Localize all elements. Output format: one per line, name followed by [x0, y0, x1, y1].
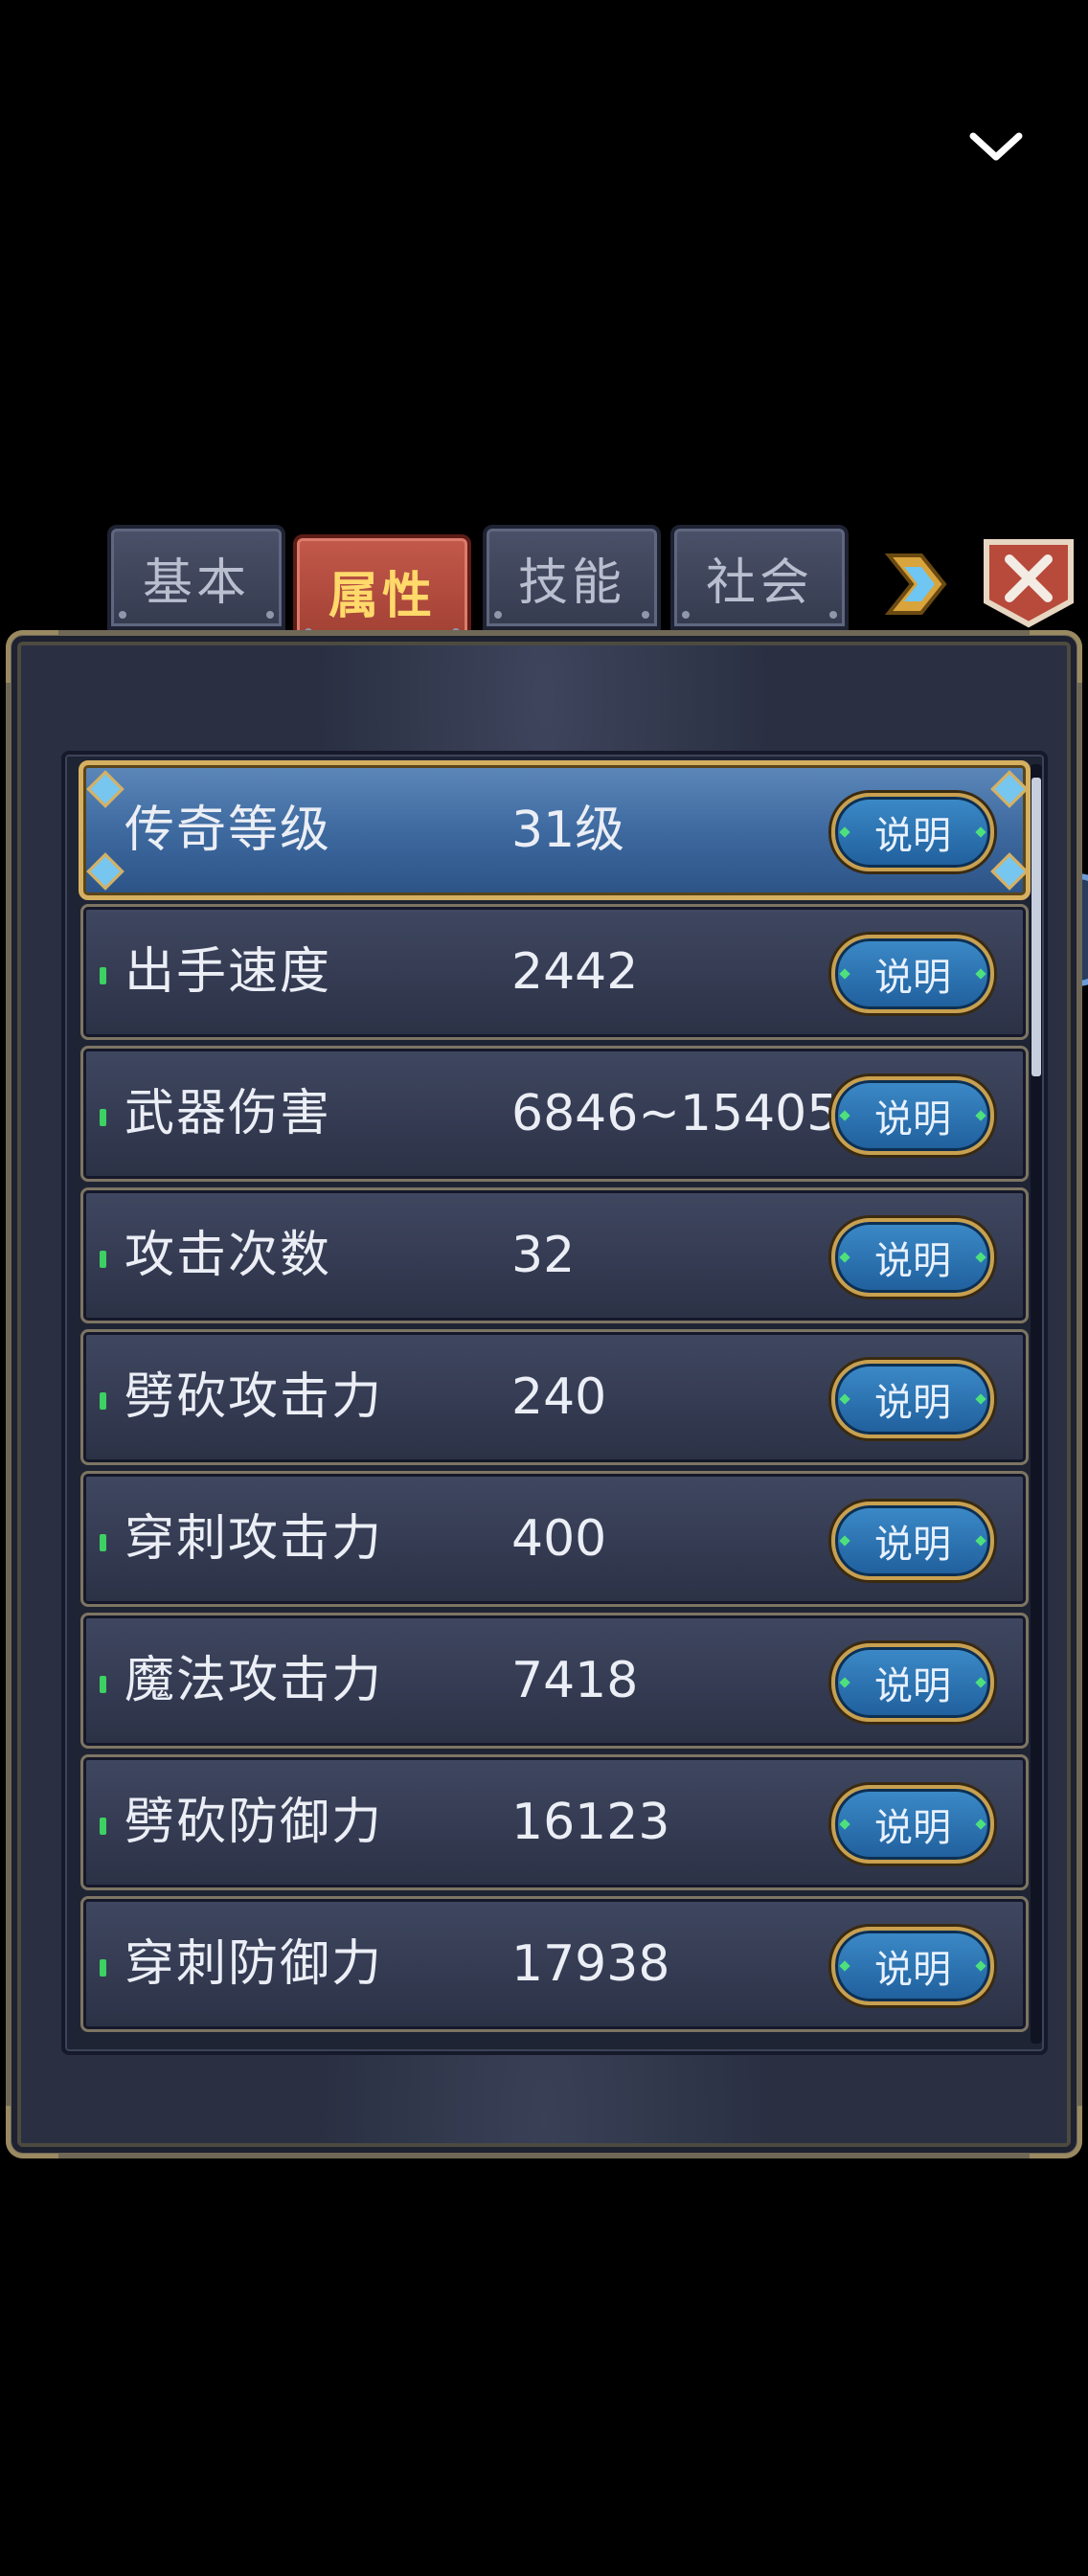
attribute-value: 240 [511, 1368, 607, 1426]
scroll-thumb[interactable] [1031, 778, 1041, 1076]
attribute-value: 2442 [511, 943, 639, 1001]
attribute-row-pierce-attack[interactable]: 穿刺攻击力 400 说明 [80, 1471, 1029, 1607]
tab-skills-label: 技能 [517, 554, 625, 612]
gem-ornament [86, 770, 125, 808]
attribute-row-slash-attack[interactable]: 劈砍攻击力 240 说明 [80, 1329, 1029, 1465]
attribute-value: 7418 [511, 1652, 639, 1709]
attribute-label: 劈砍防御力 [125, 1794, 384, 1851]
tab-rivet [829, 611, 837, 619]
close-icon[interactable] [981, 538, 1077, 628]
attribute-value: 6846~15405 [511, 1085, 839, 1142]
attribute-label: 出手速度 [125, 943, 332, 1001]
tab-social-label: 社会 [705, 554, 813, 612]
tab-basic[interactable]: 基本 [107, 525, 285, 630]
info-button[interactable]: 说明 [831, 793, 994, 871]
info-button[interactable]: 说明 [831, 935, 994, 1013]
attribute-value: 32 [511, 1227, 576, 1284]
bullet-icon [100, 1534, 106, 1551]
gem-ornament [990, 770, 1029, 808]
panel-ornament [6, 630, 58, 683]
info-button[interactable]: 说明 [831, 1643, 994, 1722]
attribute-value: 400 [511, 1510, 607, 1568]
attribute-label: 魔法攻击力 [125, 1652, 384, 1709]
bullet-icon [100, 1959, 106, 1977]
gem-ornament [86, 852, 125, 891]
attribute-value: 31级 [511, 802, 625, 859]
attribute-row-pierce-defense[interactable]: 穿刺防御力 17938 说明 [80, 1896, 1029, 2032]
attribute-label: 穿刺防御力 [125, 1935, 384, 1993]
panel-ornament [1030, 630, 1082, 683]
bullet-icon [100, 1251, 106, 1268]
attribute-row-weapon-damage[interactable]: 武器伤害 6846~15405 说明 [80, 1046, 1029, 1182]
bullet-icon [100, 967, 106, 984]
attribute-label: 传奇等级 [125, 802, 332, 859]
tab-rivet [494, 611, 502, 619]
info-button[interactable]: 说明 [831, 1218, 994, 1297]
info-button[interactable]: 说明 [831, 1360, 994, 1438]
attribute-row-magic-attack[interactable]: 魔法攻击力 7418 说明 [80, 1613, 1029, 1749]
tab-rivet [682, 611, 690, 619]
scrollbar[interactable] [1031, 764, 1042, 2044]
info-button[interactable]: 说明 [831, 1076, 994, 1155]
attribute-value: 16123 [511, 1794, 670, 1851]
attribute-row-legend-level[interactable]: 传奇等级 31级 说明 [79, 760, 1031, 900]
bullet-icon [100, 1818, 106, 1835]
attribute-row-attack-count[interactable]: 攻击次数 32 说明 [80, 1187, 1029, 1323]
tab-basic-label: 基本 [142, 554, 250, 612]
gem-ornament [990, 852, 1029, 891]
info-button[interactable]: 说明 [831, 1785, 994, 1864]
bullet-icon [100, 1392, 106, 1410]
panel-ornament [1030, 2106, 1082, 2158]
attribute-row-attack-speed[interactable]: 出手速度 2442 说明 [80, 904, 1029, 1040]
tab-social[interactable]: 社会 [670, 525, 849, 630]
bullet-icon [100, 1676, 106, 1693]
attribute-row-slash-defense[interactable]: 劈砍防御力 16123 说明 [80, 1754, 1029, 1890]
attributes-panel: 传奇等级 31级 说明 出手速度 2442 说明 武器伤害 6846~15405… [6, 630, 1082, 2158]
arrow-right-icon[interactable] [883, 550, 948, 619]
attribute-label: 劈砍攻击力 [125, 1368, 384, 1426]
tab-rivet [266, 611, 274, 619]
attribute-value: 17938 [511, 1935, 670, 1993]
tab-skills[interactable]: 技能 [483, 525, 661, 630]
tab-rivet [642, 611, 649, 619]
panel-ornament [6, 2106, 58, 2158]
attribute-list[interactable]: 传奇等级 31级 说明 出手速度 2442 说明 武器伤害 6846~15405… [61, 751, 1048, 2055]
info-button[interactable]: 说明 [831, 1502, 994, 1580]
tab-rivet [119, 611, 126, 619]
bullet-icon [100, 1109, 106, 1126]
info-button[interactable]: 说明 [831, 1927, 994, 2005]
tab-attributes-label: 属性 [328, 567, 436, 625]
screen: 基本 属性 技能 社会 传奇等级 31级 说明 出手速度 2442 说明 武器伤… [0, 0, 1088, 2576]
attribute-label: 攻击次数 [125, 1227, 332, 1284]
attribute-label: 武器伤害 [125, 1085, 332, 1142]
chevron-down-icon[interactable] [967, 123, 1025, 170]
attribute-label: 穿刺攻击力 [125, 1510, 384, 1568]
